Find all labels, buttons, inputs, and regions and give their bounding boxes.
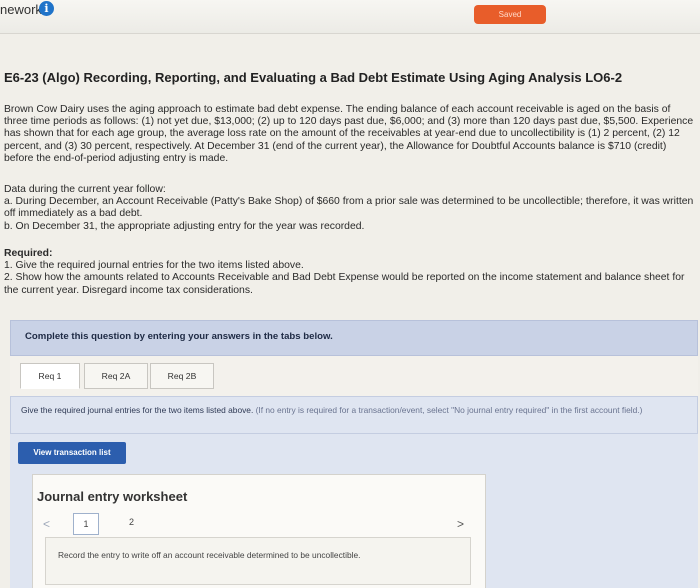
problem-intro: Brown Cow Dairy uses the aging approach … — [4, 104, 694, 164]
chevron-left-icon[interactable]: < — [43, 517, 50, 531]
saved-button[interactable]: Saved — [474, 5, 546, 24]
data-heading: Data during the current year follow: — [4, 184, 166, 195]
chevron-right-icon[interactable]: > — [457, 517, 464, 531]
journal-entry-worksheet: Journal entry worksheet < 1 2 > Record t… — [32, 474, 486, 588]
worksheet-page-2[interactable]: 2 — [129, 517, 134, 527]
view-transaction-list-button[interactable]: View transaction list — [18, 442, 126, 464]
required-section: Required: 1. Give the required journal e… — [4, 248, 694, 297]
data-item-a: a. During December, an Account Receivabl… — [4, 196, 694, 220]
tab-req-2a[interactable]: Req 2A — [84, 363, 148, 389]
instruction-main: Give the required journal entries for th… — [21, 405, 254, 415]
info-icon[interactable]: i — [39, 1, 54, 16]
required-item-2: 2. Show how the amounts related to Accou… — [4, 272, 685, 296]
required-item-1: 1. Give the required journal entries for… — [4, 260, 304, 272]
question-panel: Complete this question by entering your … — [10, 320, 698, 356]
tab-req-2b[interactable]: Req 2B — [150, 363, 214, 389]
panel-heading: Complete this question by entering your … — [25, 331, 333, 342]
instruction-box: Give the required journal entries for th… — [10, 396, 698, 434]
instruction-text: Give the required journal entries for th… — [21, 405, 661, 415]
header-title: nework — [0, 2, 42, 17]
worksheet-page-1[interactable]: 1 — [73, 513, 99, 535]
problem-title: E6-23 (Algo) Recording, Reporting, and E… — [4, 70, 623, 85]
worksheet-title: Journal entry worksheet — [37, 489, 188, 504]
data-item-b: b. On December 31, the appropriate adjus… — [4, 220, 365, 232]
tab-req-1[interactable]: Req 1 — [20, 363, 80, 389]
tab-bar: Req 1 Req 2A Req 2B — [10, 356, 698, 400]
instruction-note: (If no entry is required for a transacti… — [255, 405, 643, 415]
worksheet-entry-row: Record the entry to write off an account… — [45, 537, 471, 585]
worksheet-area: View transaction list Journal entry work… — [10, 434, 698, 588]
required-heading: Required: — [4, 248, 53, 259]
top-bar: nework i Saved — [0, 0, 700, 34]
worksheet-entry-text: Record the entry to write off an account… — [58, 550, 361, 560]
data-section: Data during the current year follow: a. … — [4, 184, 694, 233]
